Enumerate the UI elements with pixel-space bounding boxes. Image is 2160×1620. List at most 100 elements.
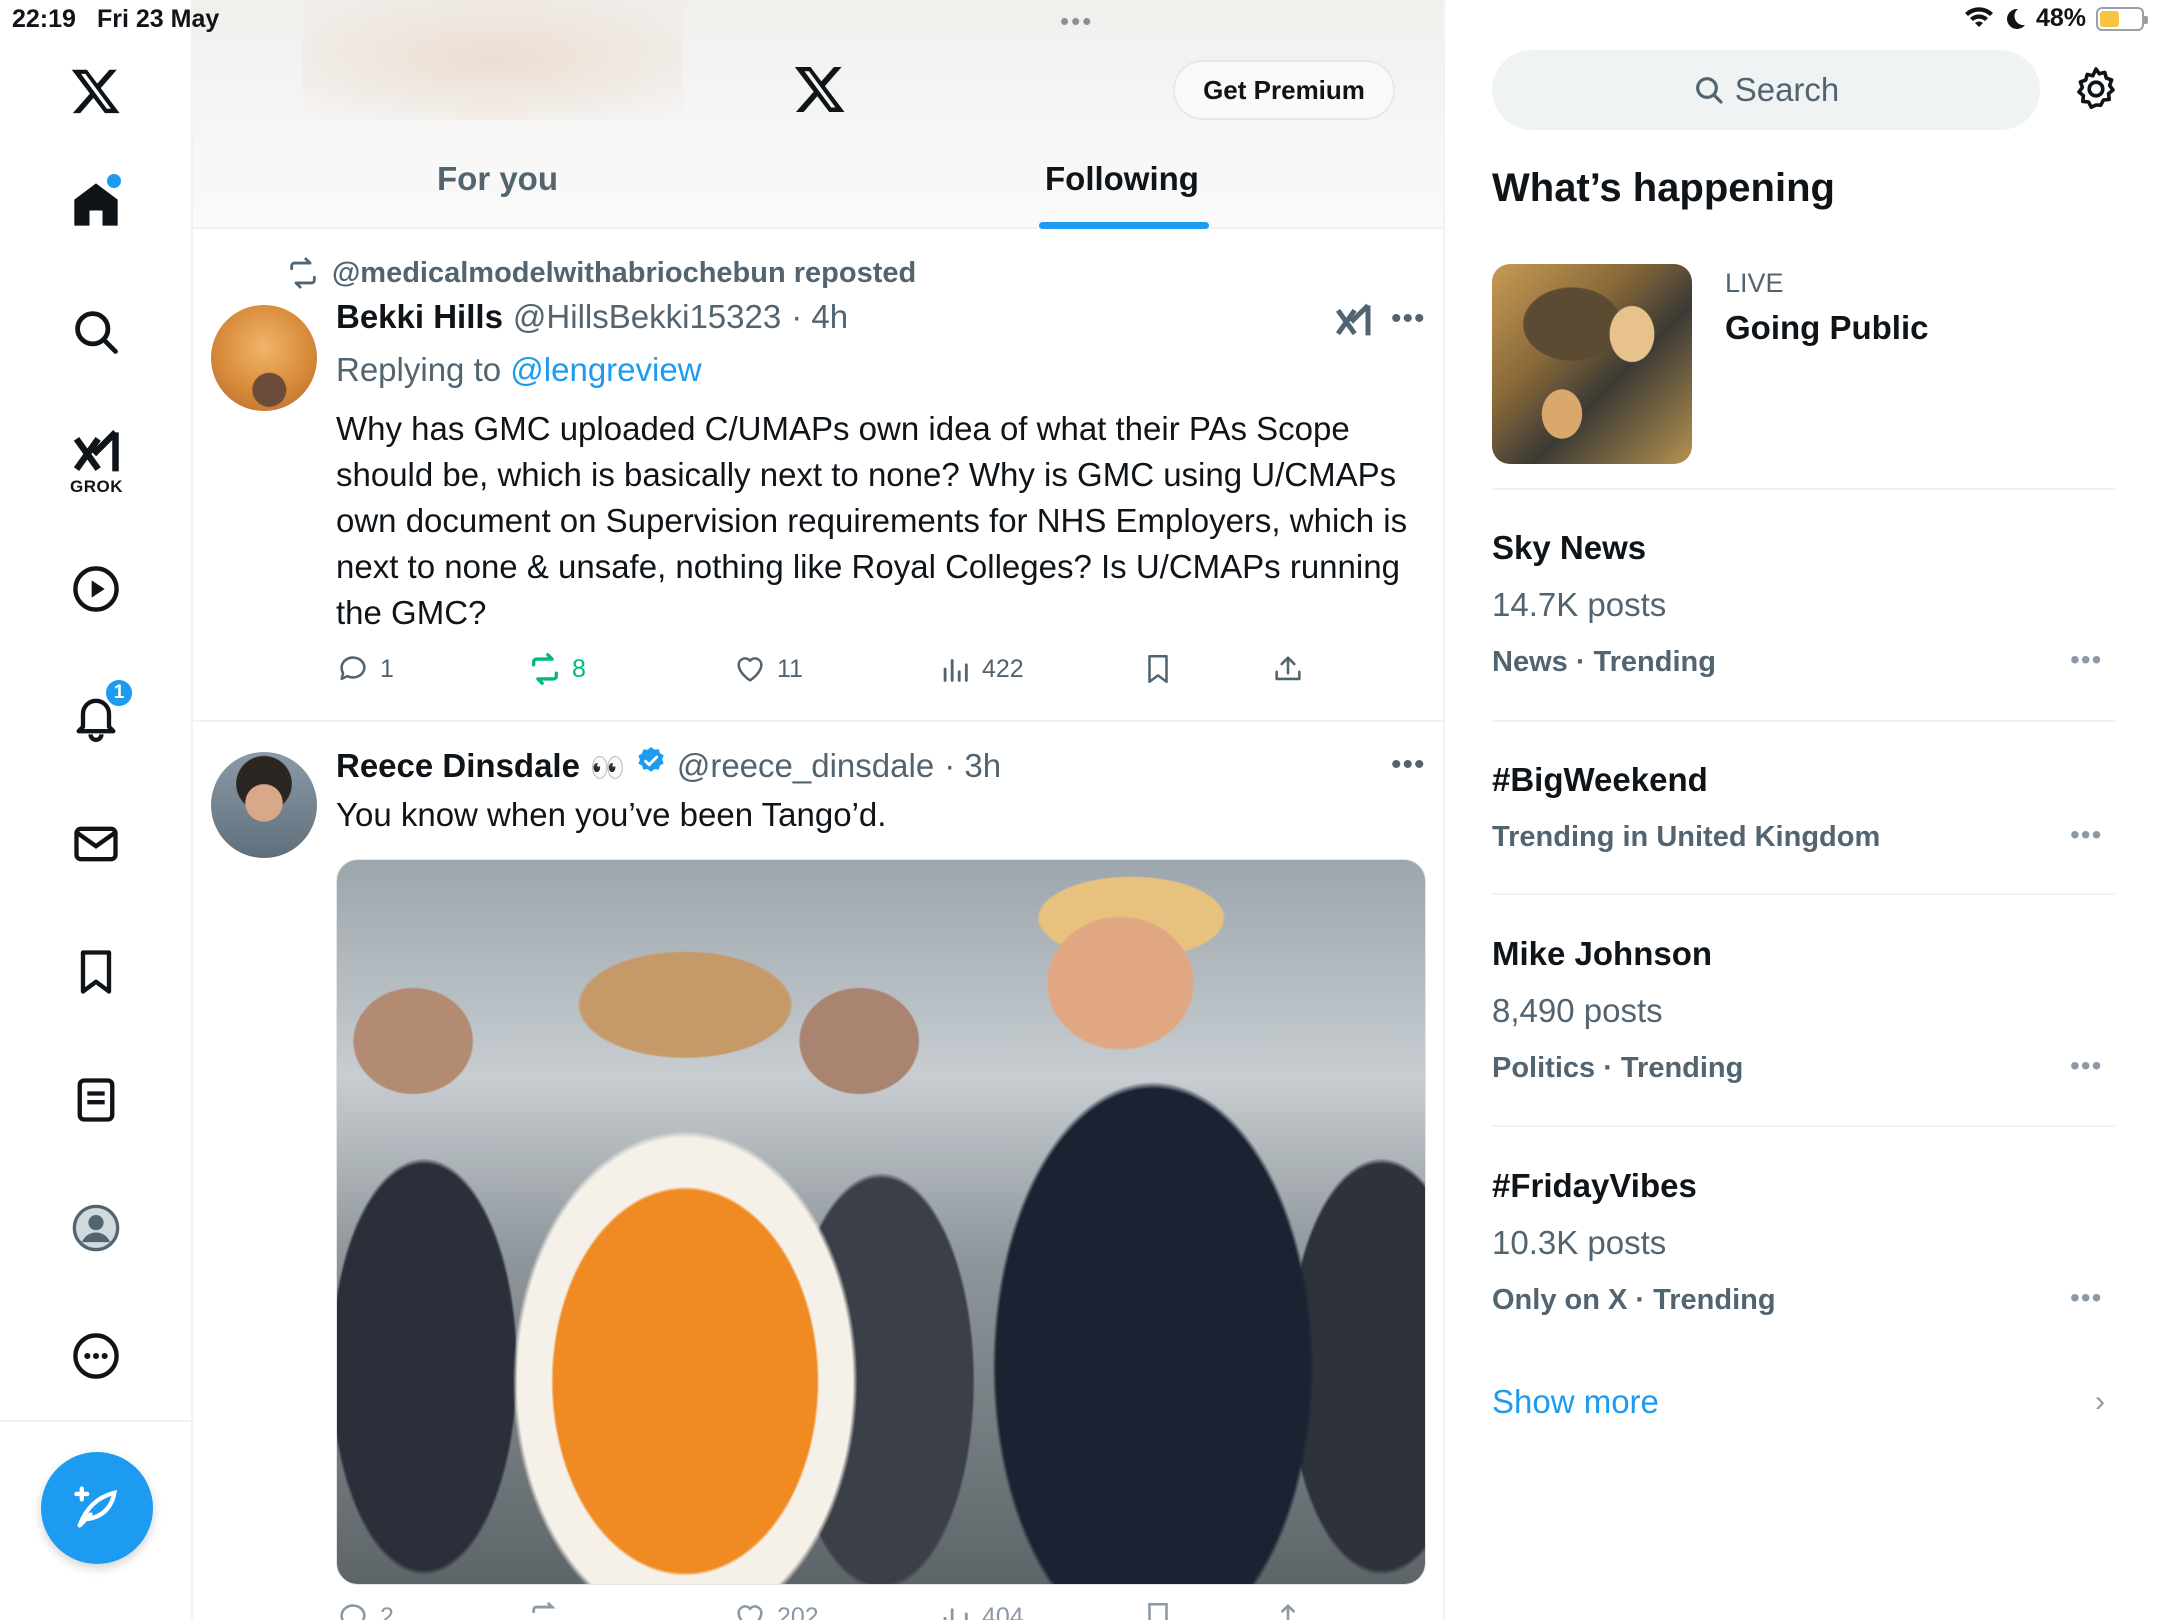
views-button[interactable]: 404 [938,1600,1024,1620]
post-actions: 2 202 404 [336,1600,1376,1620]
trend-more-icon[interactable]: ••• [2070,1050,2102,1082]
trend-meta: Only on X · Trending [1492,1284,1776,1316]
author-name[interactable]: Bekki Hills [336,298,503,336]
reply-button[interactable]: 1 [336,652,394,686]
bookmark-button[interactable] [1141,1600,1175,1620]
battery-percent: 48% [2035,4,2086,32]
like-button[interactable]: 11 [733,652,803,686]
repost-icon [290,257,316,289]
trend-divider [1492,488,2115,490]
post-more-icon[interactable]: ••• [1391,302,1426,336]
moon-icon [2006,8,2025,29]
trend-meta: News · Trending [1492,646,1716,678]
trend-title[interactable]: Mike Johnson [1492,935,1712,973]
right-sidebar: Search What’s happening LIVE Going Publi… [1445,0,2160,1620]
profile-icon[interactable] [60,1192,132,1264]
view-count: 422 [982,654,1024,683]
search-icon[interactable] [60,296,132,368]
repost-button[interactable]: 8 [528,652,586,686]
bookmarks-icon[interactable] [60,936,132,1008]
post-divider [193,720,1443,722]
chevron-right-icon: › [2095,1385,2105,1418]
post-image[interactable] [336,859,1426,1585]
views-button[interactable]: 422 [938,652,1024,686]
replying-prefix: Replying to [336,351,502,388]
trend-title[interactable]: Sky News [1492,529,1646,567]
avatar[interactable] [211,305,317,411]
live-title[interactable]: Going Public [1725,309,1929,347]
live-label: LIVE [1725,268,1784,298]
search-input[interactable]: Search [1492,50,2040,130]
views-icon [943,1608,968,1620]
view-count: 404 [982,1602,1024,1620]
trend-more-icon[interactable]: ••• [2070,644,2102,676]
avatar[interactable] [211,752,317,858]
nav-divider [0,1420,193,1422]
repost-context: @medicalmodelwithabriochebun reposted [286,256,916,290]
share-button[interactable] [1271,652,1305,686]
repost-icon [532,1601,556,1613]
post-author: Bekki Hills @HillsBekki15323 · 4h [336,298,848,336]
author-handle[interactable]: @reece_dinsdale [677,747,934,785]
main-timeline: Get Premium For you Following @medicalmo… [193,0,1445,1620]
get-premium-button[interactable]: Get Premium [1173,60,1395,120]
multitasking-dots-icon[interactable]: ••• [1060,6,1093,37]
author-emoji: 👀 [589,752,625,783]
views-icon [943,659,968,682]
trend-divider [1492,1125,2115,1127]
live-thumbnail[interactable] [1492,264,1692,464]
status-time: 22:19 [12,5,76,33]
post-author: Reece Dinsdale 👀 @reece_dinsdale · 3h [336,745,1001,785]
reply-count: 2 [380,1602,394,1620]
grok-icon[interactable] [1333,302,1373,342]
author-name[interactable]: Reece Dinsdale [336,747,580,785]
trend-meta: Trending in United Kingdom [1492,821,1881,853]
reply-icon [340,656,366,681]
messages-icon[interactable] [60,808,132,880]
compose-post-button[interactable] [41,1452,153,1564]
reply-button[interactable]: 2 [336,1600,394,1620]
share-icon [1280,1603,1296,1620]
lists-icon[interactable] [60,1064,132,1136]
compose-feather-icon [74,1486,118,1528]
trend-more-icon[interactable]: ••• [2070,1282,2102,1314]
show-more-link[interactable]: Show more [1492,1383,1659,1421]
heart-icon [737,1605,763,1620]
author-handle[interactable]: @HillsBekki15323 [513,298,781,336]
post-time: · 3h [944,747,1002,784]
repost-label[interactable]: @medicalmodelwithabriochebun reposted [332,257,916,290]
trend-count: 14.7K posts [1492,586,1667,623]
bookmark-icon [1148,1602,1168,1620]
home-unread-dot [107,174,121,188]
notifications-icon[interactable]: 1 [60,678,134,752]
x-logo-icon[interactable] [793,62,847,116]
tab-for-you[interactable]: For you [437,160,558,198]
gear-icon[interactable] [2072,65,2120,113]
tab-following[interactable]: Following [1045,160,1199,198]
search-icon [1695,77,1723,104]
more-icon[interactable] [60,1320,132,1392]
like-count: 11 [777,654,803,683]
verified-badge-icon[interactable] [635,745,667,777]
trend-title[interactable]: #FridayVibes [1492,1167,1697,1205]
bookmark-button[interactable] [1141,652,1175,686]
post-text: Why has GMC uploaded C/UMAPs own idea of… [336,410,1408,631]
x-logo-icon[interactable] [60,55,132,127]
search-placeholder: Search [1734,71,1840,108]
replying-to-link[interactable]: @lengreview [510,351,701,388]
video-icon[interactable] [60,553,132,625]
home-icon[interactable] [60,168,132,240]
share-button[interactable] [1271,1600,1305,1620]
repost-button[interactable] [528,1600,562,1620]
trend-count: 8,490 posts [1492,992,1663,1029]
like-count: 202 [777,1602,819,1620]
left-nav: GROK 1 [0,0,193,1620]
section-title: What’s happening [1492,166,1835,210]
status-bar: 22:19 Fri 23 May ••• 48% [0,0,2160,40]
grok-label: GROK [70,477,123,496]
post-more-icon[interactable]: ••• [1391,748,1426,782]
reply-icon [340,1604,366,1620]
trend-more-icon[interactable]: ••• [2070,819,2102,851]
like-button[interactable]: 202 [733,1600,819,1620]
trend-title[interactable]: #BigWeekend [1492,761,1708,799]
